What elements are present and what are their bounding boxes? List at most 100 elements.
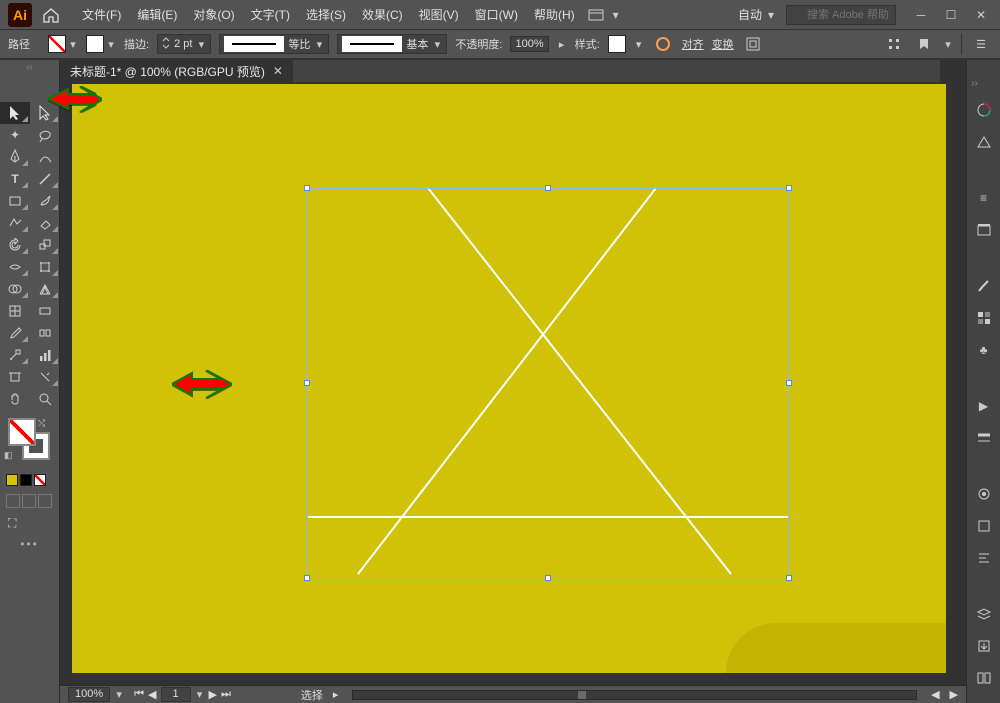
- close-tab-icon[interactable]: ✕: [273, 64, 283, 78]
- edit-toolbar-icon[interactable]: •••: [0, 535, 59, 551]
- close-icon[interactable]: ✕: [970, 7, 992, 23]
- dropdown-icon[interactable]: ▾: [611, 10, 621, 20]
- selection-tool[interactable]: [0, 102, 30, 124]
- recolor-artwork-icon[interactable]: [652, 33, 674, 55]
- artboards-panel-icon[interactable]: [973, 667, 995, 689]
- bbox-handle-bm[interactable]: [545, 575, 551, 581]
- asset-export-panel-icon[interactable]: [973, 635, 995, 657]
- bbox-handle-tm[interactable]: [545, 185, 551, 191]
- draw-normal-icon[interactable]: [6, 494, 20, 508]
- blend-tool[interactable]: [30, 322, 60, 344]
- scale-tool[interactable]: [30, 234, 60, 256]
- menu-window[interactable]: 窗口(W): [469, 2, 524, 27]
- eyedropper-tool[interactable]: [0, 322, 30, 344]
- fill-indicator-icon[interactable]: [8, 418, 36, 446]
- first-artboard-icon[interactable]: ⏮: [134, 688, 144, 701]
- menu-type[interactable]: 文字(T): [245, 2, 296, 27]
- panel-menu-icon[interactable]: ☰: [970, 33, 992, 55]
- draw-inside-icon[interactable]: [38, 494, 52, 508]
- chevron-down-icon[interactable]: ▾: [68, 39, 78, 49]
- transform-label[interactable]: 变换: [712, 36, 734, 52]
- layers-panel-icon[interactable]: [973, 603, 995, 625]
- swap-fill-stroke-icon[interactable]: ⤭: [38, 418, 45, 429]
- stroke-swatch-group[interactable]: ▾: [86, 35, 116, 53]
- type-tool[interactable]: T: [0, 168, 30, 190]
- swatches-panel-icon[interactable]: [973, 307, 995, 329]
- libraries-panel-icon[interactable]: [973, 219, 995, 241]
- fill-stroke-indicator[interactable]: ⤭ ◧: [0, 416, 59, 470]
- lasso-tool[interactable]: [30, 124, 60, 146]
- symbol-sprayer-tool[interactable]: [0, 344, 30, 366]
- chevron-down-icon[interactable]: ▾: [432, 39, 442, 49]
- edit-modes-icon[interactable]: [913, 33, 935, 55]
- stroke-swatch-icon[interactable]: [86, 35, 104, 53]
- last-artboard-icon[interactable]: ⏭: [221, 688, 231, 701]
- menu-view[interactable]: 视图(V): [413, 2, 465, 27]
- maximize-icon[interactable]: ☐: [940, 7, 962, 23]
- stroke-weight-field[interactable]: 2 pt ▾: [157, 34, 211, 54]
- expand-dock-icon[interactable]: ››: [967, 78, 978, 89]
- fill-swatch-group[interactable]: ▾: [48, 35, 78, 53]
- bbox-handle-tr[interactable]: [786, 185, 792, 191]
- status-menu-icon[interactable]: ▸: [333, 688, 339, 701]
- chevron-down-icon[interactable]: ▾: [943, 39, 953, 49]
- bbox-handle-ml[interactable]: [304, 380, 310, 386]
- prev-artboard-icon[interactable]: ◀: [148, 688, 156, 701]
- magic-wand-tool[interactable]: ✦: [0, 124, 30, 146]
- free-transform-tool[interactable]: [30, 256, 60, 278]
- chevron-down-icon[interactable]: ▾: [195, 690, 205, 700]
- stepper-icon[interactable]: [162, 36, 170, 53]
- color-mode-gradient-icon[interactable]: [20, 474, 32, 486]
- rectangle-tool[interactable]: [0, 190, 30, 212]
- brush-definition[interactable]: 基本 ▾: [337, 34, 447, 54]
- chevron-right-icon[interactable]: ▸: [557, 39, 567, 49]
- expand-toolbox-icon[interactable]: ‹‹: [0, 60, 59, 76]
- pen-tool[interactable]: [0, 146, 30, 168]
- fill-swatch-none-icon[interactable]: [48, 35, 66, 53]
- scroll-right-icon[interactable]: ▶: [950, 688, 958, 701]
- menu-select[interactable]: 选择(S): [300, 2, 352, 27]
- bbox-handle-mr[interactable]: [786, 380, 792, 386]
- isolate-icon[interactable]: [742, 33, 764, 55]
- shaper-tool[interactable]: [0, 212, 30, 234]
- chevron-down-icon[interactable]: ▾: [196, 39, 206, 49]
- chevron-down-icon[interactable]: ▾: [314, 39, 324, 49]
- rotate-tool[interactable]: [0, 234, 30, 256]
- stroke-variable-width-profile[interactable]: 等比 ▾: [219, 34, 329, 54]
- play-action-icon[interactable]: ▶: [973, 395, 995, 417]
- color-mode-none-icon[interactable]: [34, 474, 46, 486]
- shape-builder-tool[interactable]: [0, 278, 30, 300]
- chevron-down-icon[interactable]: ▾: [106, 39, 116, 49]
- bbox-handle-br[interactable]: [786, 575, 792, 581]
- menu-effect[interactable]: 效果(C): [356, 2, 409, 27]
- stroke-panel-icon[interactable]: [973, 427, 995, 449]
- mesh-tool[interactable]: [0, 300, 30, 322]
- draw-behind-icon[interactable]: [22, 494, 36, 508]
- hand-tool[interactable]: [0, 388, 30, 410]
- appearance-panel-icon[interactable]: [973, 483, 995, 505]
- screen-mode-icon[interactable]: ⛶: [0, 512, 59, 535]
- menu-help[interactable]: 帮助(H): [528, 2, 581, 27]
- bbox-handle-tl[interactable]: [304, 185, 310, 191]
- arrange-documents-icon[interactable]: [585, 4, 607, 26]
- eraser-tool[interactable]: [30, 212, 60, 234]
- line-segment-tool[interactable]: [30, 168, 60, 190]
- color-mode-solid-icon[interactable]: [6, 474, 18, 486]
- perspective-grid-tool[interactable]: [30, 278, 60, 300]
- chevron-down-icon[interactable]: ▾: [634, 39, 644, 49]
- align-panel-icon[interactable]: [973, 547, 995, 569]
- horizontal-scrollbar[interactable]: [352, 690, 917, 700]
- home-icon[interactable]: [42, 7, 60, 23]
- column-graph-tool[interactable]: [30, 344, 60, 366]
- menu-object[interactable]: 对象(O): [187, 2, 240, 27]
- graphic-style-swatch[interactable]: [608, 35, 626, 53]
- chevron-down-icon[interactable]: ▾: [114, 690, 124, 700]
- document-tab[interactable]: 未标题-1* @ 100% (RGB/GPU 预览) ✕: [60, 60, 293, 82]
- zoom-level-field[interactable]: 100%: [68, 687, 110, 702]
- brushes-panel-icon[interactable]: [973, 275, 995, 297]
- minimize-icon[interactable]: ─: [910, 7, 932, 23]
- default-fill-stroke-icon[interactable]: ◧: [4, 450, 13, 461]
- align-pixel-grid-icon[interactable]: [883, 33, 905, 55]
- opacity-value-field[interactable]: 100%: [510, 36, 548, 52]
- gradient-tool[interactable]: [30, 300, 60, 322]
